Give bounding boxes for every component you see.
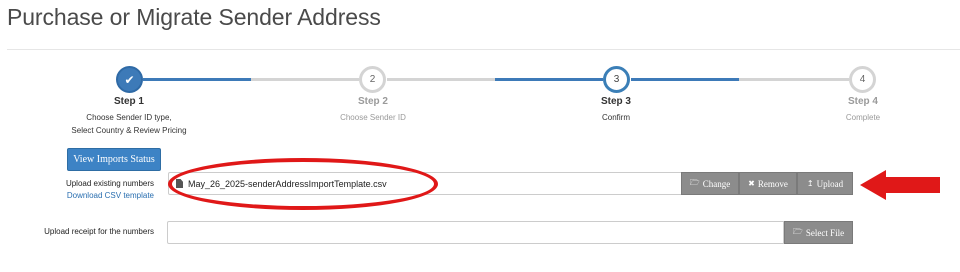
step-1-label: Step 1 (113, 96, 144, 107)
change-file-button[interactable]: 🗁 Change (681, 172, 739, 195)
step-connector-2 (387, 78, 495, 81)
receipt-file-field[interactable] (167, 221, 784, 244)
select-file-button[interactable]: 🗁 Select File (784, 221, 853, 244)
upload-label: Upload (816, 178, 844, 189)
file-icon (176, 179, 183, 188)
step-4-circle[interactable]: 4 (849, 66, 876, 93)
download-csv-template-link[interactable]: Download CSV template (20, 191, 154, 200)
folder-open-icon: 🗁 (792, 226, 803, 236)
step-1-description: Choose Sender ID type, Select Country & … (49, 111, 209, 137)
upload-receipt-label: Upload receipt for the numbers (44, 227, 154, 236)
step-4-description: Complete (845, 113, 881, 122)
page-title: Purchase or Migrate Sender Address (7, 4, 381, 30)
step-2-label: Step 2 (357, 96, 388, 107)
remove-file-button[interactable]: ✖ Remove (739, 172, 797, 195)
step-2-description: Choose Sender ID (340, 113, 406, 122)
select-file-label: Select File (805, 227, 845, 238)
upload-file-field[interactable]: May_26_2025-senderAddressImportTemplate.… (168, 172, 682, 195)
step-1-desc-line1: Choose Sender ID type, (86, 113, 172, 122)
red-arrow-annotation (860, 170, 940, 200)
view-imports-status-button[interactable]: View Imports Status (67, 148, 161, 171)
check-icon: ✔ (124, 72, 135, 87)
step-1-desc-line2: Select Country & Review Pricing (71, 126, 187, 135)
folder-open-icon: 🗁 (689, 177, 700, 187)
step-4-label: Step 4 (847, 96, 878, 107)
title-divider (7, 49, 960, 50)
upload-existing-label: Upload existing numbers (65, 179, 154, 188)
step-3-circle[interactable]: 3 (603, 66, 630, 93)
step-connector-1a (143, 78, 251, 81)
step-2-circle[interactable]: 2 (359, 66, 386, 93)
remove-label: Remove (757, 178, 788, 189)
upload-file-button[interactable]: ↥ Upload (797, 172, 853, 195)
step-3-description: Confirm (601, 113, 630, 122)
close-icon: ✖ (748, 179, 755, 188)
step-connector-2b (495, 78, 603, 81)
step-connector-1b (251, 78, 359, 81)
step-3-label: Step 3 (600, 96, 631, 107)
step-connector-3b (739, 78, 849, 81)
change-label: Change (702, 178, 731, 189)
step-1-circle[interactable]: ✔ (116, 66, 143, 93)
step-connector-3a (631, 78, 739, 81)
upload-filename: May_26_2025-senderAddressImportTemplate.… (188, 178, 387, 189)
upload-icon: ↥ (806, 179, 814, 188)
